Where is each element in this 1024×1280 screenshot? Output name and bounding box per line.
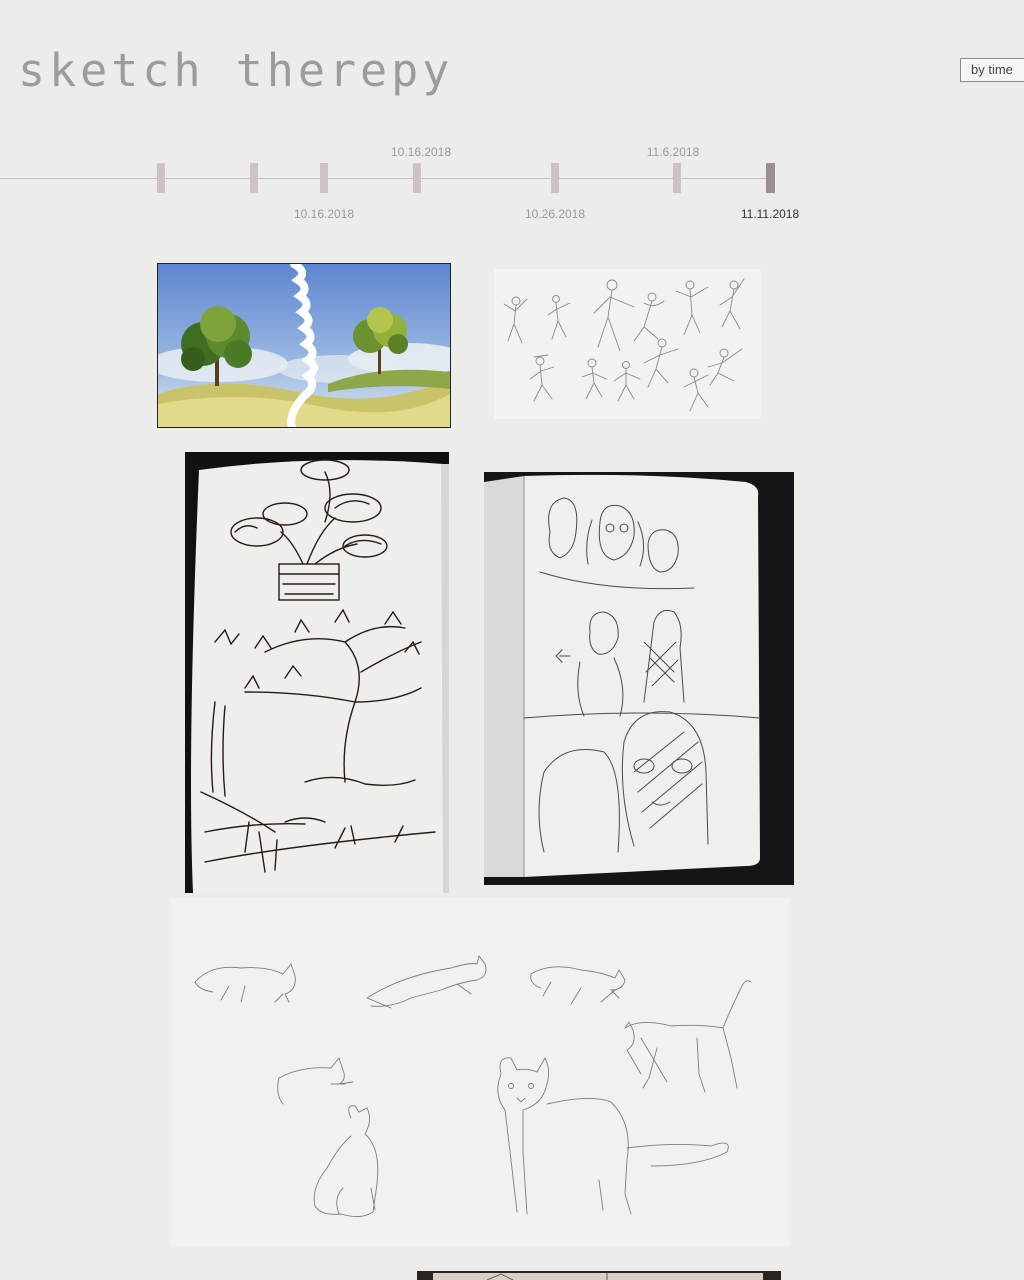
- cat-gestures-drawing: [194, 954, 752, 1217]
- sort-by-time-button[interactable]: by time: [960, 58, 1024, 82]
- timeline: 10.16.2018 11.6.2018 10.16.2018 10.26.20…: [0, 140, 1024, 230]
- site-title: sketch therepy: [18, 44, 454, 97]
- timeline-date-label-active[interactable]: 11.11.2018: [741, 207, 799, 221]
- timeline-date-label[interactable]: 10.16.2018: [391, 145, 451, 159]
- timeline-tick[interactable]: [320, 163, 328, 193]
- sketch-portraits-notebook[interactable]: [484, 472, 794, 885]
- page: sketch therepy by time 10.16.2018 11.6.2…: [0, 0, 1024, 1280]
- portraits-pencil-drawing: [484, 474, 761, 877]
- timeline-date-label[interactable]: 10.16.2018: [294, 207, 354, 221]
- sketch-figure-gestures[interactable]: [494, 269, 761, 419]
- timeline-tick[interactable]: [413, 163, 421, 193]
- sketch-bonsai-notebook[interactable]: [185, 452, 449, 893]
- timeline-tick[interactable]: [551, 163, 559, 193]
- sketch-notebook-partial[interactable]: [417, 1271, 781, 1280]
- landscape-painting: [158, 264, 450, 427]
- timeline-date-label[interactable]: 11.6.2018: [647, 145, 700, 159]
- timeline-tick-active[interactable]: [766, 163, 775, 193]
- timeline-tick[interactable]: [250, 163, 258, 193]
- sketch-landscape-trees[interactable]: [157, 263, 451, 428]
- timeline-tick[interactable]: [157, 163, 165, 193]
- notebook-partial-photo: [433, 1273, 763, 1280]
- timeline-tick[interactable]: [673, 163, 681, 193]
- timeline-date-label[interactable]: 10.26.2018: [525, 207, 585, 221]
- sketch-cat-gestures[interactable]: [171, 898, 790, 1247]
- figure-gestures-drawing: [503, 278, 745, 412]
- bonsai-ink-drawing: [191, 459, 449, 893]
- timeline-line: [0, 178, 770, 179]
